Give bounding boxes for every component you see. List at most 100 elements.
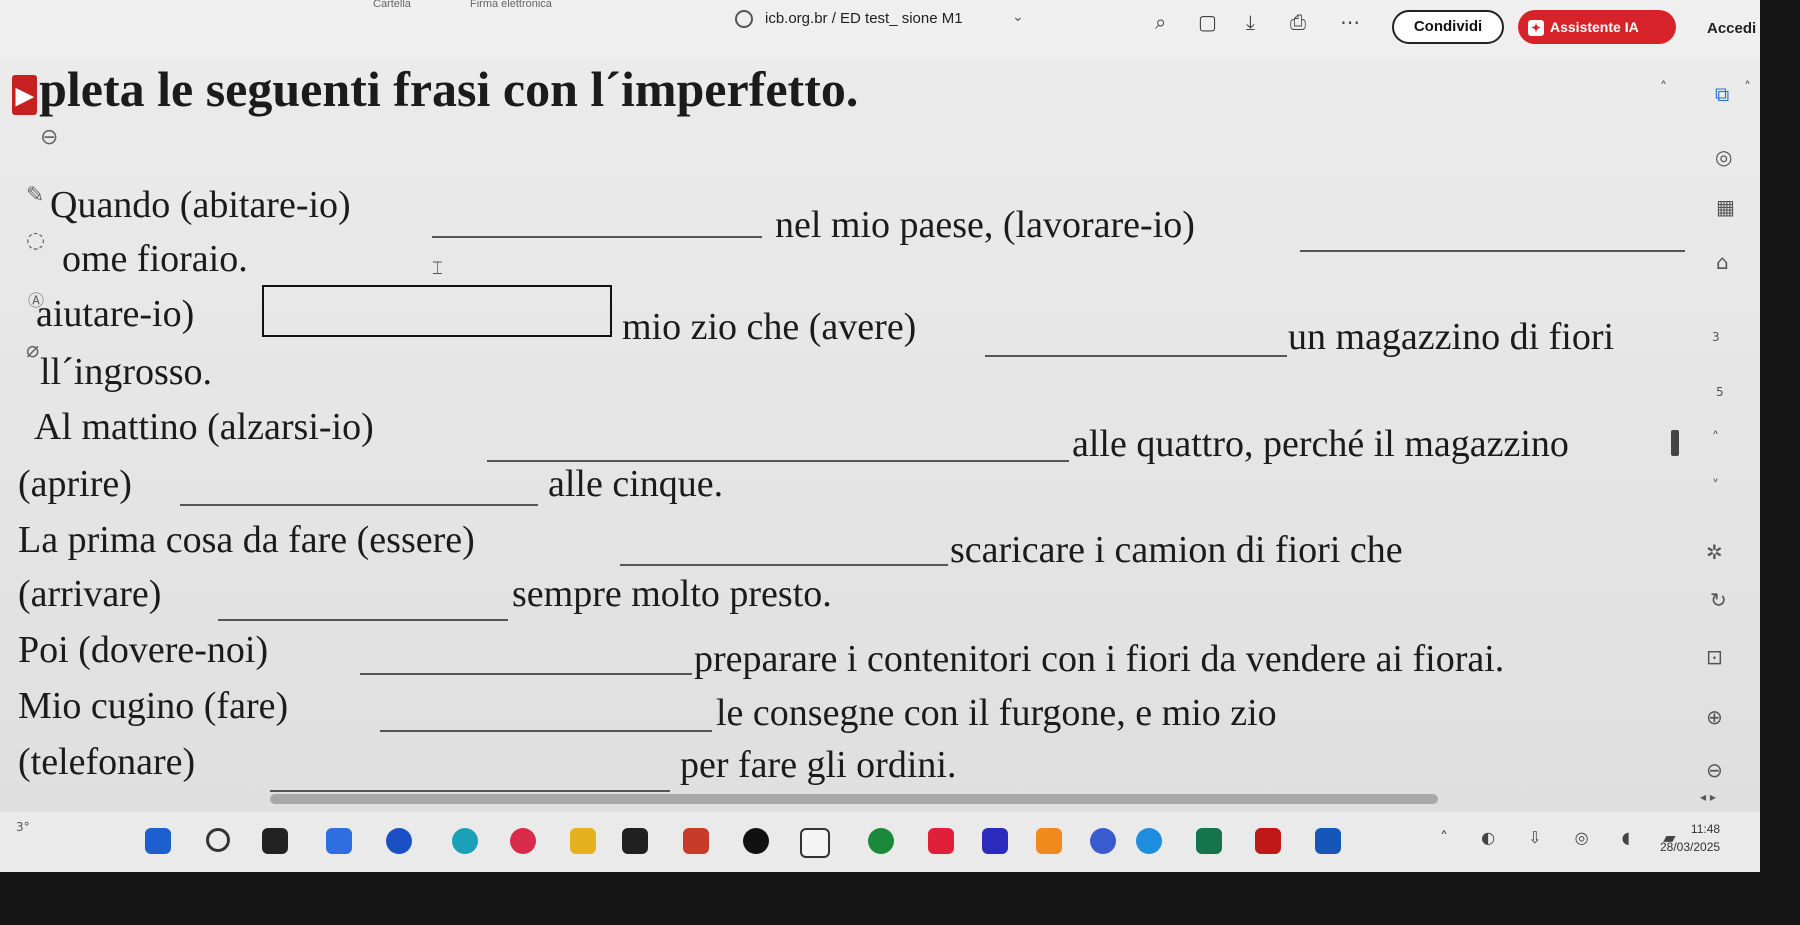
clock-time: 11:48 xyxy=(1690,822,1721,836)
screen: Cartella Firma elettronica icb.org.br / … xyxy=(0,0,1760,872)
app-icon-11[interactable] xyxy=(982,828,1008,854)
reading-mode-icon[interactable]: ▢ xyxy=(1198,10,1217,34)
answer-blank-dovere[interactable] xyxy=(360,673,692,675)
refresh-icon[interactable]: ↻ xyxy=(1710,588,1727,612)
sentence-2-part-2: mio zio che (avere) xyxy=(622,306,917,348)
sentence-4-part-2: scaricare i camion di fiori che xyxy=(950,529,1403,571)
sentence-4-part-4: sempre molto presto. xyxy=(512,573,832,615)
app-icon-8[interactable] xyxy=(800,828,830,858)
thumbnails-icon[interactable]: ▦ xyxy=(1716,195,1735,219)
sentence-1-part-1: Quando (abitare-io) xyxy=(50,184,351,226)
chevron-down-icon[interactable]: ⌄ xyxy=(1012,8,1024,25)
breadcrumb-file[interactable]: Cartella xyxy=(373,0,411,10)
horizontal-scrollbar[interactable] xyxy=(270,794,1438,804)
weather-temp[interactable]: 3° xyxy=(16,820,30,834)
ai-assistant-icon: ✦ xyxy=(1528,20,1544,36)
sentence-6-part-1: Mio cugino (fare) xyxy=(18,685,289,727)
app-icon-7[interactable] xyxy=(743,828,769,854)
comment-icon[interactable]: ⊖ xyxy=(40,125,58,150)
task-view-icon[interactable] xyxy=(262,828,288,854)
sentence-6-part-2: le consegne con il furgone, e mio zio xyxy=(716,692,1277,734)
pen-icon[interactable]: ✎ xyxy=(26,183,44,208)
edge-browser-icon[interactable] xyxy=(452,828,478,854)
edit-pdf-icon[interactable]: ⧉ xyxy=(1715,82,1729,106)
word-icon[interactable] xyxy=(1315,828,1341,854)
zoom-out-icon[interactable]: ⊖ xyxy=(1706,758,1723,782)
app-icon-1[interactable] xyxy=(386,828,412,854)
app-icon-14[interactable] xyxy=(1136,828,1162,854)
page-down-icon[interactable]: ˅ xyxy=(1712,478,1719,494)
ai-assistant-button[interactable]: ✦ Assistente IA xyxy=(1518,10,1676,44)
more-options-icon[interactable]: ⋯ xyxy=(1340,10,1360,34)
answer-blank-aprire[interactable] xyxy=(180,504,538,506)
app-icon-12[interactable] xyxy=(1036,828,1062,854)
collapse-up-icon[interactable]: ˄ xyxy=(1660,80,1667,96)
sentence-3-part-4: alle cinque. xyxy=(548,463,724,505)
selection-handle[interactable] xyxy=(1671,430,1679,456)
collapse-right-icon[interactable]: ˄ xyxy=(1744,80,1751,96)
document-title[interactable]: icb.org.br / ED test_ sione M1 xyxy=(765,10,963,27)
print-icon[interactable]: ⎙ xyxy=(1290,10,1306,34)
ai-assistant-label: Assistente IA xyxy=(1550,19,1639,35)
sentence-1-part-3: ome fioraio. xyxy=(62,238,248,280)
start-icon[interactable] xyxy=(145,828,171,854)
sentence-6-part-3: (telefonare) xyxy=(18,741,196,783)
exercise-heading: ▸ pleta le seguenti frasi con l´imperfett… xyxy=(12,60,858,118)
text-cursor-icon: ⌶ xyxy=(432,258,443,279)
chrome-icon[interactable] xyxy=(868,828,894,854)
page-number-3[interactable]: 3 xyxy=(1712,330,1720,344)
acrobat-icon[interactable] xyxy=(1255,828,1281,854)
cloud-icon xyxy=(735,10,753,28)
sentence-2-part-4: ll´ingrosso. xyxy=(40,351,213,393)
download-icon[interactable]: ⤓ xyxy=(1246,10,1255,34)
sentence-4-part-3: (arrivare) xyxy=(18,573,162,615)
search-icon[interactable]: ⌕ xyxy=(1155,10,1166,34)
sentence-3-part-1: Al mattino (alzarsi-io) xyxy=(34,406,374,448)
store-icon[interactable] xyxy=(622,828,648,854)
comment-side-icon[interactable]: ◎ xyxy=(1715,145,1732,169)
zoom-in-icon[interactable]: ⊕ xyxy=(1706,705,1723,729)
sentence-3-part-3: (aprire) xyxy=(18,463,132,505)
sentence-6-part-4: per fare gli ordini. xyxy=(680,744,957,786)
share-button[interactable]: Condividi xyxy=(1392,10,1504,44)
sentence-2-part-1: aiutare-io) xyxy=(36,293,195,335)
taskbar: 3° ˄ ◐ ⇩ ◎ ◖ ▰ 11:48 28/03/2025 xyxy=(0,812,1760,872)
widgets-icon[interactable] xyxy=(326,828,352,854)
sentence-1-part-2: nel mio paese, (lavorare-io) xyxy=(775,204,1195,246)
heading-text: pleta le seguenti frasi con l´imperfetto… xyxy=(39,61,859,117)
answer-blank-fare[interactable] xyxy=(380,730,712,732)
app-icon-13[interactable] xyxy=(1090,828,1116,854)
answer-blank-essere[interactable] xyxy=(620,564,948,566)
search-taskbar-icon[interactable] xyxy=(206,828,230,852)
sentence-5-part-1: Poi (dovere-noi) xyxy=(18,629,269,671)
answer-blank-avere[interactable] xyxy=(985,355,1287,357)
heading-highlight: ▸ xyxy=(12,74,38,115)
answer-blank-arrivare[interactable] xyxy=(218,619,508,621)
sentence-2-part-3: un magazzino di fiori xyxy=(1288,316,1615,358)
page-number-5[interactable]: 5 xyxy=(1716,385,1724,399)
clock-date: 28/03/2025 xyxy=(1660,840,1721,854)
lock-icon[interactable]: ⌂ xyxy=(1716,250,1729,274)
answer-input-aiutare[interactable] xyxy=(262,285,612,337)
excel-icon[interactable] xyxy=(1196,828,1222,854)
clock[interactable]: 11:48 28/03/2025 xyxy=(1660,820,1720,856)
page-up-icon[interactable]: ˄ xyxy=(1712,430,1719,446)
sentence-3-part-2: alle quattro, perché il magazzino xyxy=(1072,423,1569,465)
answer-blank-lavorare[interactable] xyxy=(1300,250,1685,252)
fit-page-icon[interactable]: ⊡ xyxy=(1706,645,1723,669)
app-icon-10[interactable] xyxy=(928,828,954,854)
login-link[interactable]: Accedi xyxy=(1707,20,1756,37)
breadcrumb-sign[interactable]: Firma elettronica xyxy=(470,0,552,10)
answer-blank-abitare[interactable] xyxy=(432,236,762,238)
page-nav-icon[interactable]: ◂ ▸ xyxy=(1700,790,1716,804)
highlight-icon[interactable]: ◌ xyxy=(26,228,45,253)
sentence-4-part-1: La prima cosa da fare (essere) xyxy=(18,519,475,561)
answer-blank-telefonare[interactable] xyxy=(270,790,670,792)
file-explorer-icon[interactable] xyxy=(570,828,596,854)
app-icon-3[interactable] xyxy=(510,828,536,854)
sparkle-icon[interactable]: ✲ xyxy=(1706,540,1723,564)
system-tray[interactable]: ˄ ◐ ⇩ ◎ ◖ ▰ xyxy=(1440,828,1690,847)
eraser-icon[interactable]: ⌀ xyxy=(26,338,39,363)
top-bar: Cartella Firma elettronica icb.org.br / … xyxy=(0,0,1760,58)
app-icon-6[interactable] xyxy=(683,828,709,854)
